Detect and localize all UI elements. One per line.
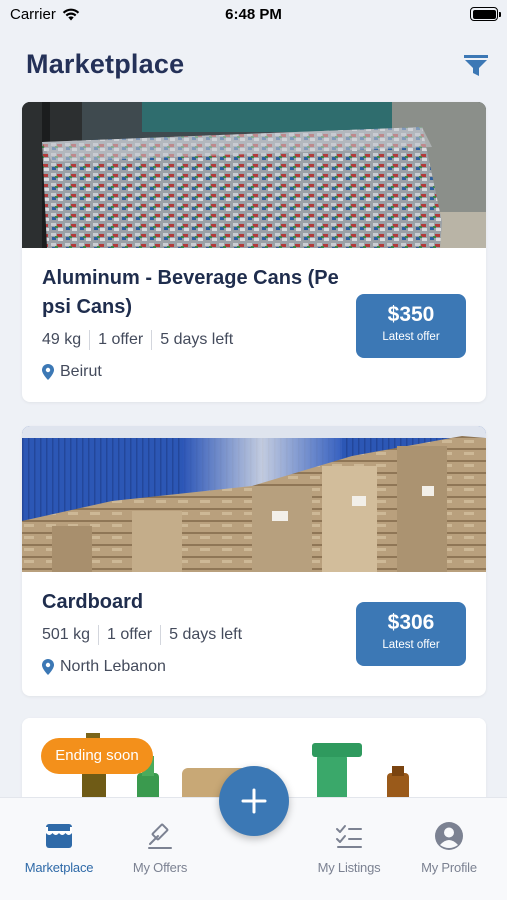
listing-time-left: 5 days left xyxy=(160,331,234,348)
tab-label: Marketplace xyxy=(24,860,94,875)
battery-icon xyxy=(470,7,501,21)
listing-photo-cardboard xyxy=(22,426,486,572)
header: Marketplace xyxy=(26,44,489,84)
profile-icon xyxy=(435,822,463,850)
tab-my-profile[interactable]: My Profile xyxy=(399,820,499,875)
filter-funnel-icon[interactable] xyxy=(463,52,489,78)
price-amount: $306 xyxy=(387,611,435,634)
tab-label: My Offers xyxy=(132,860,188,875)
location-pin-icon xyxy=(42,364,54,380)
listing-title: Aluminum - Beverage Cans (Pepsi Cans) xyxy=(42,267,339,318)
listing-info: Aluminum - Beverage Cans (Pepsi Cans) 49… xyxy=(42,264,346,381)
listing-info: Cardboard 501 kg 1 offer 5 days left Nor… xyxy=(42,588,346,676)
tab-my-offers[interactable]: My Offers xyxy=(110,820,210,875)
location-label: Beirut xyxy=(60,363,102,380)
checklist-icon xyxy=(336,825,362,848)
divider xyxy=(98,625,100,645)
price-caption: Latest offer xyxy=(382,639,440,651)
listing-location: North Lebanon xyxy=(42,658,346,676)
tab-label: My Profile xyxy=(421,860,477,875)
gavel-icon xyxy=(148,823,172,849)
tab-my-listings[interactable]: My Listings xyxy=(299,820,399,875)
tab-label: My Listings xyxy=(317,860,381,875)
listing-location: Beirut xyxy=(42,363,346,381)
add-listing-button[interactable] xyxy=(219,766,289,836)
listing-card-aluminum[interactable]: Aluminum - Beverage Cans (Pepsi Cans) 49… xyxy=(22,102,486,402)
divider xyxy=(160,625,162,645)
latest-offer-button[interactable]: $306 Latest offer xyxy=(356,602,466,666)
listing-weight: 501 kg xyxy=(42,626,91,643)
storefront-icon xyxy=(46,824,72,848)
listing-weight: 49 kg xyxy=(42,331,82,348)
status-bar: Carrier 6:48 PM xyxy=(0,0,507,30)
listing-meta: 501 kg 1 offer 5 days left xyxy=(42,625,346,645)
latest-offer-button[interactable]: $350 Latest offer xyxy=(356,294,466,358)
listing-photo-aluminum xyxy=(22,102,486,248)
location-pin-icon xyxy=(42,659,54,675)
divider xyxy=(89,330,91,350)
listing-meta: 49 kg 1 offer 5 days left xyxy=(42,330,346,350)
listing-offers: 1 offer xyxy=(98,331,144,348)
listing-title: Cardboard xyxy=(42,591,144,613)
ending-soon-badge: Ending soon xyxy=(41,738,153,774)
plus-icon xyxy=(241,788,267,814)
listing-time-left: 5 days left xyxy=(169,626,243,643)
listing-card-cardboard[interactable]: Cardboard 501 kg 1 offer 5 days left Nor… xyxy=(22,426,486,696)
tab-marketplace[interactable]: Marketplace xyxy=(9,820,109,875)
price-amount: $350 xyxy=(387,303,435,326)
page-title: Marketplace xyxy=(26,49,185,79)
status-time: 6:48 PM xyxy=(225,6,282,23)
listing-offers: 1 offer xyxy=(107,626,153,643)
divider xyxy=(151,330,153,350)
location-label: North Lebanon xyxy=(60,658,166,675)
price-caption: Latest offer xyxy=(382,331,440,343)
